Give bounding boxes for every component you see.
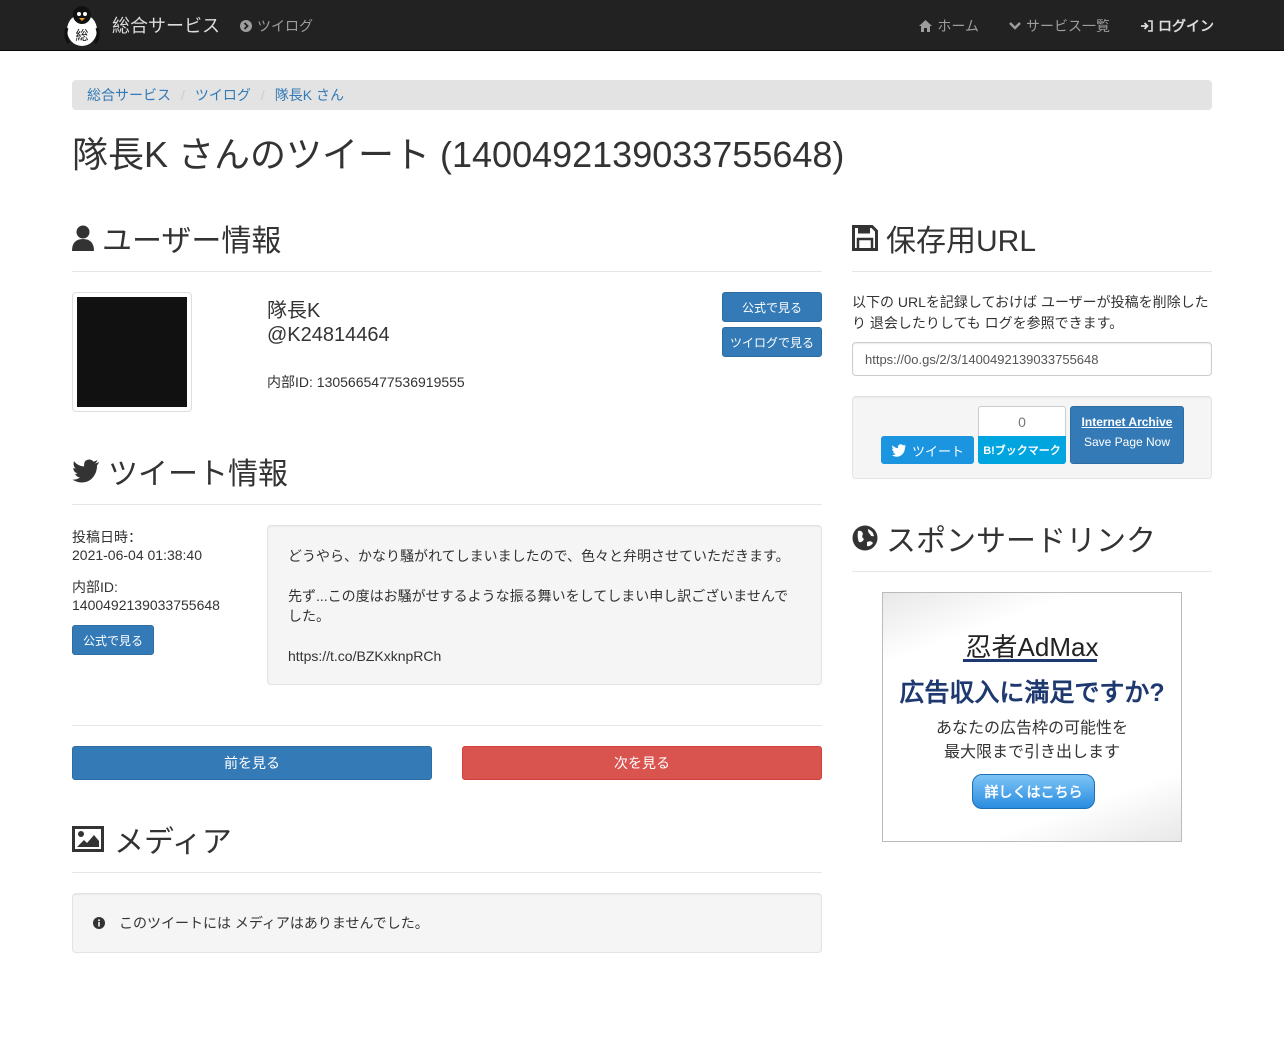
tweet-text-line: どうやら、かなり騒がれてしまいましたので、色々と弁明させていただきます。 bbox=[288, 548, 790, 564]
ad-details-button[interactable]: 詳しくはこちら bbox=[972, 774, 1095, 809]
nav-twilog-link[interactable]: ツイログ bbox=[240, 16, 313, 36]
twitter-icon bbox=[72, 459, 99, 483]
avatar-image bbox=[77, 297, 187, 407]
ad-subtext-line: 最大限まで引き出します bbox=[943, 744, 1120, 761]
avatar bbox=[72, 292, 192, 412]
breadcrumb-item-user[interactable]: 隊長K さん bbox=[275, 85, 344, 105]
penguin-logo-icon: 総 bbox=[64, 6, 100, 46]
share-buttons: ツイート 0 B!ブックマーク Internet Archive Save Pa… bbox=[852, 396, 1212, 479]
save-url-heading-text: 保存用URL bbox=[886, 225, 1037, 258]
tweet-info-heading-text: ツイート情報 bbox=[108, 458, 288, 491]
page-title: 隊長K さんのツイート (1400492139033755648) bbox=[72, 134, 845, 175]
breadcrumb-item-twilog[interactable]: ツイログ bbox=[195, 85, 251, 105]
info-circle-icon bbox=[93, 917, 105, 929]
nav-login-link[interactable]: ログイン bbox=[1140, 16, 1214, 36]
save-url-input[interactable]: https://0o.gs/2/3/1400492139033755648 bbox=[852, 342, 1212, 376]
ad-logo-underline bbox=[963, 659, 1097, 662]
user-handle: @K24814464 bbox=[267, 324, 390, 346]
divider bbox=[72, 504, 822, 505]
posted-label: 投稿日時： bbox=[72, 529, 142, 545]
tweet-share-button[interactable]: ツイート bbox=[881, 436, 974, 464]
tweet-body: どうやら、かなり騒がれてしまいましたので、色々と弁明させていただきます。 先ず.… bbox=[267, 525, 822, 685]
hatena-bookmark-count: 0 bbox=[978, 406, 1066, 436]
ad-headline: 広告収入に満足ですか? bbox=[899, 679, 1165, 707]
globe-icon bbox=[852, 525, 878, 551]
view-official-user-button[interactable]: 公式で見る bbox=[722, 292, 822, 322]
save-url-heading: 保存用URL bbox=[852, 216, 1036, 260]
nav-services-label: サービス一覧 bbox=[1026, 18, 1110, 34]
media-empty-notice: このツイートには メディアはありませんでした。 bbox=[72, 893, 822, 953]
tweet-info-heading: ツイート情報 bbox=[72, 449, 288, 493]
divider bbox=[852, 271, 1212, 272]
image-icon bbox=[72, 826, 104, 852]
user-info-heading-text: ユーザー情報 bbox=[102, 225, 282, 258]
divider bbox=[72, 872, 822, 873]
ad-subtext: あなたの広告枠の可能性を 最大限まで引き出します bbox=[883, 717, 1181, 765]
breadcrumb-item-home[interactable]: 総合サービス bbox=[87, 85, 171, 105]
next-tweet-button[interactable]: 次を見る bbox=[462, 746, 822, 780]
tweet-text-line: 先ず...この度はお騒がせするような振る舞いをしてしまい申し訳ございませんでした… bbox=[288, 588, 789, 624]
divider bbox=[72, 271, 822, 272]
nav-twilog-label: ツイログ bbox=[257, 18, 313, 34]
svg-text:総: 総 bbox=[75, 29, 88, 44]
nav-services-link[interactable]: サービス一覧 bbox=[1009, 16, 1110, 36]
hatena-bookmark-button[interactable]: B!ブックマーク bbox=[978, 436, 1066, 464]
nav-home-label: ホーム bbox=[937, 18, 979, 34]
nav-right: ホーム サービス一覧 ログイン bbox=[919, 16, 1214, 36]
chevron-down-icon bbox=[1009, 22, 1021, 30]
twitter-bird-icon bbox=[891, 443, 907, 457]
sponsor-heading-text: スポンサードリンク bbox=[886, 525, 1156, 558]
brand-text: 総合サービス bbox=[112, 16, 220, 36]
tweet-link[interactable]: https://t.co/BZKxknpRCh bbox=[288, 646, 801, 666]
ad-subtext-line: あなたの広告枠の可能性を bbox=[935, 720, 1128, 737]
chevron-circle-right-icon bbox=[240, 20, 252, 32]
brand-link[interactable]: 総 総合サービス bbox=[60, 0, 220, 50]
posted-value: 2021-06-04 01:38:40 bbox=[72, 547, 202, 563]
tweet-id-value: 1400492139033755648 bbox=[72, 597, 220, 613]
breadcrumb-separator: / bbox=[260, 87, 265, 103]
media-heading-text: メディア bbox=[114, 826, 232, 859]
divider bbox=[72, 725, 822, 726]
breadcrumb-separator: / bbox=[181, 87, 185, 103]
internet-archive-title: Internet Archive bbox=[1081, 415, 1173, 429]
sign-in-icon bbox=[1141, 20, 1153, 32]
user-icon bbox=[72, 225, 94, 251]
media-heading: メディア bbox=[72, 817, 232, 861]
media-empty-text: このツイートには メディアはありませんでした。 bbox=[119, 915, 429, 931]
nav-home-link[interactable]: ホーム bbox=[919, 16, 979, 36]
breadcrumb: 総合サービス / ツイログ / 隊長K さん bbox=[72, 80, 1212, 110]
tweet-share-label: ツイート bbox=[911, 443, 964, 459]
user-name: 隊長K bbox=[267, 300, 321, 322]
nav-login-label: ログイン bbox=[1158, 18, 1214, 34]
view-official-tweet-button[interactable]: 公式で見る bbox=[72, 625, 154, 655]
floppy-disk-icon bbox=[852, 225, 878, 251]
ad-banner[interactable]: 忍者AdMax 広告収入に満足ですか? あなたの広告枠の可能性を 最大限まで引き… bbox=[882, 592, 1182, 842]
internet-archive-button[interactable]: Internet Archive Save Page Now bbox=[1070, 406, 1184, 464]
internet-archive-subtitle: Save Page Now bbox=[1083, 435, 1171, 449]
prev-tweet-button[interactable]: 前を見る bbox=[72, 746, 432, 780]
save-url-description: 以下の URLを記録しておけば ユーザーが投稿を削除したり 退会したりしても ロ… bbox=[852, 294, 1209, 331]
tweet-id-label: 内部ID: bbox=[72, 579, 118, 595]
navbar: 総 総合サービス ツイログ ホーム サービス一覧 ログイン bbox=[0, 0, 1284, 51]
sponsor-heading: スポンサードリンク bbox=[852, 516, 1156, 560]
divider bbox=[852, 571, 1212, 572]
user-internal-id: 内部ID: 1305665477536919555 bbox=[267, 374, 465, 390]
view-twilog-button[interactable]: ツイログで見る bbox=[722, 327, 822, 357]
user-info-heading: ユーザー情報 bbox=[72, 216, 281, 260]
home-icon bbox=[919, 20, 933, 32]
